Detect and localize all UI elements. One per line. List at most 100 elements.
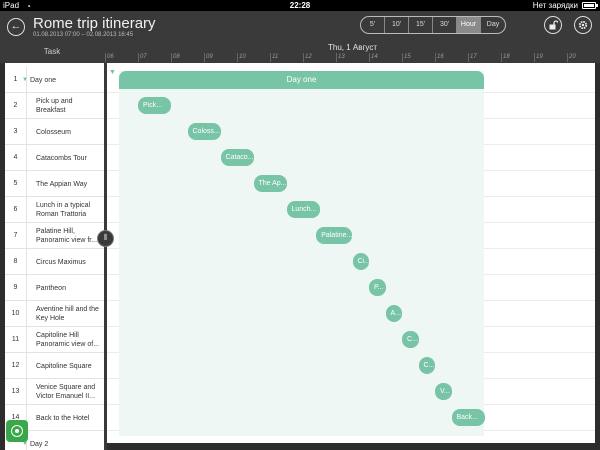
task-row[interactable]: 8 Circus Maximus (5, 249, 105, 275)
task-name: Lunch in a typical Roman Trattoria (36, 202, 91, 218)
task-number: 13 (5, 379, 27, 405)
hour-tick: 13 (336, 53, 369, 62)
hour-tick: 14 (369, 53, 402, 62)
task-bar[interactable]: Pick... (138, 97, 171, 114)
task-bar[interactable]: Palatine... (316, 227, 353, 244)
task-number: 9 (5, 275, 27, 301)
task-bar[interactable]: P... (369, 279, 386, 296)
task-bar[interactable]: C... (402, 331, 419, 348)
task-number: 7 (5, 223, 27, 249)
task-row[interactable]: 2 Pick up and Breakfast (5, 93, 105, 119)
group-marker-icon: ▼ (109, 69, 116, 76)
group-region (119, 71, 484, 436)
task-row[interactable]: 7 Palatine Hill, Panoramic view fr... (5, 223, 105, 249)
scale-option-1[interactable]: 5' (361, 17, 385, 33)
task-name: Colosseum (36, 128, 72, 136)
task-row[interactable]: 5 The Appian Way (5, 171, 105, 197)
task-number: 5 (5, 171, 27, 197)
app-window: iPad ◔ 22:28 Нет зарядки ← Rome trip iti… (0, 0, 600, 450)
hour-tick: 17 (468, 53, 501, 62)
hour-tick: 09 (204, 53, 237, 62)
arrow-left-icon: ← (10, 20, 22, 32)
task-name: Circus Maximus (36, 258, 86, 266)
scale-option-4[interactable]: 30' (433, 17, 457, 33)
hour-tick: 18 (501, 53, 534, 62)
task-row[interactable]: 9 Pantheon (5, 275, 105, 301)
task-bar[interactable]: The Ap... (253, 175, 287, 192)
task-name: Palatine Hill, Panoramic view fr... (36, 228, 98, 244)
task-name: Capitoline Hill Panoramic view of... (36, 332, 100, 348)
task-name: Day 2 (29, 440, 49, 448)
battery-icon (582, 2, 598, 9)
task-number: 8 (5, 249, 27, 275)
task-number: 11 (5, 327, 27, 353)
task-row[interactable]: 13 Venice Square and Victor Emanuel II... (5, 379, 105, 405)
task-number: 6 (5, 197, 27, 223)
unlock-icon (549, 20, 558, 30)
timeline-header: Task Thu, 1 Август 06 07 08 09 10 11 12 13 14 15 1… (0, 41, 600, 63)
task-bar[interactable]: A... (385, 305, 402, 322)
task-name: Venice Square and Victor Emanuel II... (36, 384, 96, 400)
back-button[interactable]: ← (7, 18, 25, 36)
scale-option-2[interactable]: 10' (385, 17, 409, 33)
app-header: ← Rome trip itinerary 01.08.2013 07:00 –… (0, 11, 600, 41)
task-name: Pantheon (36, 284, 66, 292)
task-number: 3 (5, 119, 27, 145)
task-bar[interactable]: Ci... (352, 253, 369, 270)
task-row[interactable]: 10 Aventine hill and the Key Hole (5, 301, 105, 327)
grip-icon: ⦀ (103, 233, 108, 242)
task-row[interactable]: 3 Colosseum (5, 119, 105, 145)
clock: 22:28 (289, 1, 311, 10)
hour-tick: 08 (171, 53, 204, 62)
status-bar: iPad ◔ 22:28 Нет зарядки (0, 0, 600, 11)
task-column-header: Task (43, 47, 61, 56)
hour-tick: 15 (402, 53, 435, 62)
task-bar[interactable]: V... (435, 383, 452, 400)
task-name: Aventine hill and the Key Hole (36, 306, 99, 322)
task-bar[interactable]: Coloss... (187, 123, 221, 140)
page-title: Rome trip itinerary (33, 15, 156, 32)
hour-tick: 06 (105, 53, 138, 62)
group-row[interactable]: 1 ▼ Day one (5, 67, 105, 93)
gear-icon (578, 20, 588, 30)
expand-triangle-icon[interactable]: ▼ (22, 76, 28, 85)
task-row[interactable]: 4 Catacombs Tour (5, 145, 105, 171)
task-list: 1 ▼ Day one 2 Pick up and Breakfast 3 Colosseu… (5, 63, 105, 450)
hour-tick: 11 (270, 53, 303, 62)
add-task-button[interactable] (6, 420, 28, 442)
task-name: Catacombs Tour (36, 154, 87, 162)
time-scale-selector: 5' 10' 15' 30' Hour Day (360, 16, 506, 34)
lock-button[interactable] (544, 16, 562, 34)
task-number: 10 (5, 301, 27, 327)
hour-tick: 12 (303, 53, 336, 62)
task-number: 12 (5, 353, 27, 379)
hour-tick: 07 (138, 53, 171, 62)
hour-tick: 16 (435, 53, 468, 62)
task-number: 4 (5, 145, 27, 171)
task-name: Day one (29, 76, 57, 84)
hour-tick: 10 (237, 53, 270, 62)
scale-option-6[interactable]: Day (481, 17, 505, 33)
task-bar[interactable]: Back... (451, 409, 485, 426)
task-bar[interactable]: C... (418, 357, 435, 374)
task-bar[interactable]: Lunch... (286, 201, 320, 218)
scale-option-3[interactable]: 15' (409, 17, 433, 33)
charging-status: Нет зарядки (532, 1, 578, 10)
pane-resize-handle[interactable]: ⦀ (97, 230, 114, 247)
task-row[interactable]: 6 Lunch in a typical Roman Trattoria (5, 197, 105, 223)
task-row[interactable]: 11 Capitoline Hill Panoramic view of... (5, 327, 105, 353)
task-name: Capitoline Square (36, 362, 92, 370)
hour-tick: 20 (567, 53, 600, 62)
task-row[interactable]: 12 Capitoline Square (5, 353, 105, 379)
task-name: The Appian Way (36, 180, 88, 188)
scale-option-5[interactable]: Hour (457, 17, 481, 33)
hour-ruler: 06 07 08 09 10 11 12 13 14 15 16 17 18 19 20 (105, 53, 600, 62)
settings-button[interactable] (574, 16, 592, 34)
hour-tick: 19 (534, 53, 567, 62)
task-name: Back to the Hotel (36, 414, 90, 422)
group-bar-day-one[interactable]: Day one (119, 71, 484, 89)
task-name: Pick up and Breakfast (36, 98, 73, 114)
gantt-chart: Day one ▼ Pick... Coloss... Cataco... The A… (107, 63, 595, 443)
task-bar[interactable]: Cataco... (220, 149, 254, 166)
date-header: Thu, 1 Август (328, 43, 377, 52)
